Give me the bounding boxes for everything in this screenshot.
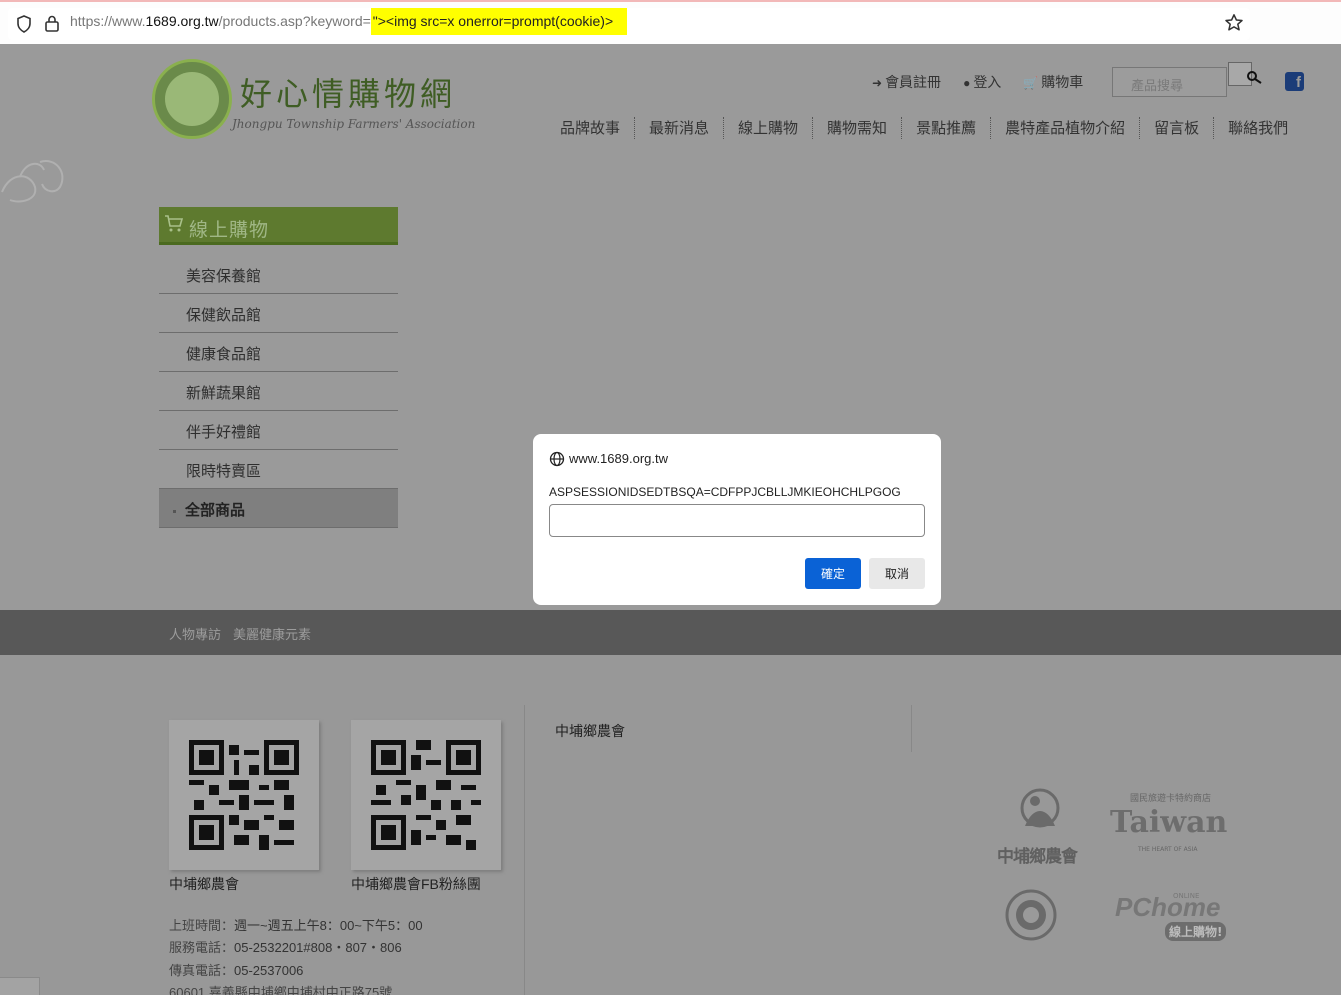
ok-button[interactable]: 確定 [805,558,861,589]
sidebar-item-fresh-produce[interactable]: 新鮮蔬果館 [159,372,398,411]
footer-link-interviews[interactable]: 人物專訪 [169,624,221,643]
sidebar-item-label: 全部商品 [185,502,246,519]
hours-label: 上班時間： [169,918,235,933]
partner-seal-logo[interactable] [1004,888,1058,942]
sidebar-item-gifts[interactable]: 伴手好禮館 [159,411,398,450]
product-search-input[interactable]: 產品搜尋 [1112,67,1227,97]
facebook-icon[interactable]: f [1285,72,1304,91]
cart-icon [165,215,184,232]
footer-divider [911,705,912,752]
dialog-origin: www.1689.org.tw [569,451,668,466]
qr-code-icon [189,740,299,850]
site-logo[interactable]: 好心情購物網 Jhongpu Township Farmers' Associa… [152,57,476,143]
fax-phone: 傳真電話：05-2537006 [169,960,303,979]
partner-taiwan-top-label: 國民旅遊卡特約商店 [1130,794,1212,804]
corner-widget[interactable] [0,977,40,995]
sidebar-item-health-food[interactable]: 健康食品館 [159,333,398,372]
dialog-message: ASPSESSIONIDSEDTBSQA=CDFPPJCBLLJMKIEOHCH… [549,485,901,499]
partner-jhongpu-label: 中埔鄉農會 [997,847,1078,867]
nav-news[interactable]: 最新消息 [635,117,725,139]
vegetable-decoration-icon [1,160,64,203]
footer-link-bar: 人物專訪 美麗健康元素 [0,610,1341,655]
fax-value: 05-2537006 [234,963,304,978]
sidebar-item-all-products[interactable]: 全部商品 [159,489,398,528]
footer-org-title: 中埔鄉農會 [555,723,625,739]
hours-value: 週一~週五上午8：00~下午5：00 [234,918,423,933]
qr-label-fb-fanpage: 中埔鄉農會FB粉絲團 [351,876,481,892]
globe-icon [549,451,565,467]
logo-subtitle: Jhongpu Township Farmers' Association [232,117,476,131]
browser-toolbar: https://www.1689.org.tw/products.asp?key… [0,0,1341,44]
nav-attractions[interactable]: 景點推薦 [902,117,992,139]
phone-label: 服務電話： [169,940,235,955]
footer-divider [524,705,525,995]
sidebar-category-list: 美容保養館 保健飲品館 健康食品館 新鮮蔬果館 伴手好禮館 限時特賣區 全部商品 [159,255,398,528]
site-footer: 中埔鄉農會 中埔鄉農會FB粉絲團 上班時間：週一~週五上午8：00~下午5：00… [0,655,1341,995]
prompt-dialog: www.1689.org.tw ASPSESSIONIDSEDTBSQA=CDF… [533,434,941,605]
register-label: 會員註冊 [885,74,942,90]
bullet-icon [173,509,176,513]
partner-taiwan-logo[interactable]: 國民旅遊卡特約商店 Taiwan THE HEART OF ASIA [1110,791,1240,861]
sidebar-item-health-drinks[interactable]: 保健飲品館 [159,294,398,333]
search-icon [1247,71,1262,84]
qr-code-farmers-association[interactable] [169,720,319,870]
qr-code-icon [371,740,481,850]
lock-icon[interactable] [44,14,60,32]
nav-products-intro[interactable]: 農特產品植物介紹 [991,117,1141,139]
url-payload-highlight: "><img src=x onerror=prompt(cookie)> [370,8,628,35]
cart-small-icon: 🛒 [1023,76,1039,90]
cancel-button[interactable]: 取消 [869,558,925,589]
partner-pchome-logo[interactable]: ONLINE PChome 線上購物! [1115,890,1235,945]
bookmark-star-icon[interactable] [1224,13,1244,33]
user-icon: ● [963,76,971,90]
nav-contact[interactable]: 聯絡我們 [1214,117,1288,139]
url-path: /products.asp?keyword= [218,13,371,29]
partner-pchome-label: PChome [1115,892,1221,922]
cart-link[interactable]: 🛒 購物車 [1023,72,1083,92]
logo-title: 好心情購物網 [240,75,457,113]
register-link[interactable]: ➜ 會員註冊 [872,72,941,92]
fax-label: 傳真電話： [169,963,235,978]
jhongpu-emblem-icon [1020,788,1060,828]
logo-emblem [152,59,232,139]
office-hours: 上班時間：週一~週五上午8：00~下午5：00 [169,915,423,934]
login-link[interactable]: ● 登入 [963,72,1001,92]
qr-code-fb-fanpage[interactable] [351,720,501,870]
nav-online-shopping[interactable]: 線上購物 [724,117,814,139]
sidebar-title: 線上購物 [189,219,270,241]
main-nav: 品牌故事 最新消息 線上購物 購物需知 景點推薦 農特產品植物介紹 留言板 聯絡… [546,117,1288,139]
sidebar-item-limited-sale[interactable]: 限時特賣區 [159,450,398,489]
sidebar-item-beauty[interactable]: 美容保養館 [159,255,398,294]
seal-icon [1005,889,1057,941]
nav-brand-story[interactable]: 品牌故事 [546,117,636,139]
dialog-prompt-input[interactable] [549,504,925,537]
top-links: ➜ 會員註冊 ● 登入 🛒 購物車 [872,72,1083,92]
service-phone: 服務電話：05-2532201#808・807・806 [169,937,402,956]
partner-pchome-sub: 線上購物! [1165,922,1227,941]
partner-taiwan-sub: THE HEART OF ASIA [1138,846,1198,853]
footer-link-beauty-elements[interactable]: 美麗健康元素 [233,624,311,643]
cart-label: 購物車 [1041,74,1084,90]
shield-icon[interactable] [16,15,32,33]
nav-shopping-info[interactable]: 購物需知 [813,117,903,139]
nav-guestbook[interactable]: 留言板 [1140,117,1215,139]
partner-jhongpu-logo[interactable]: 中埔鄉農會 [997,786,1092,867]
url-prefix: https://www. [70,13,146,29]
sidebar-header: 線上購物 [159,207,398,245]
url-domain: 1689.org.tw [145,13,219,29]
login-label: 登入 [973,74,1002,90]
url-text[interactable]: https://www.1689.org.tw/products.asp?key… [70,8,628,35]
qr-label-farmers-association: 中埔鄉農會 [169,876,239,892]
address: 60601 嘉義縣中埔鄉中埔村中正路75號 [169,985,393,995]
phone-value: 05-2532201#808・807・806 [234,940,402,955]
partner-taiwan-label: Taiwan [1110,805,1228,840]
sign-in-icon: ➜ [872,76,883,90]
